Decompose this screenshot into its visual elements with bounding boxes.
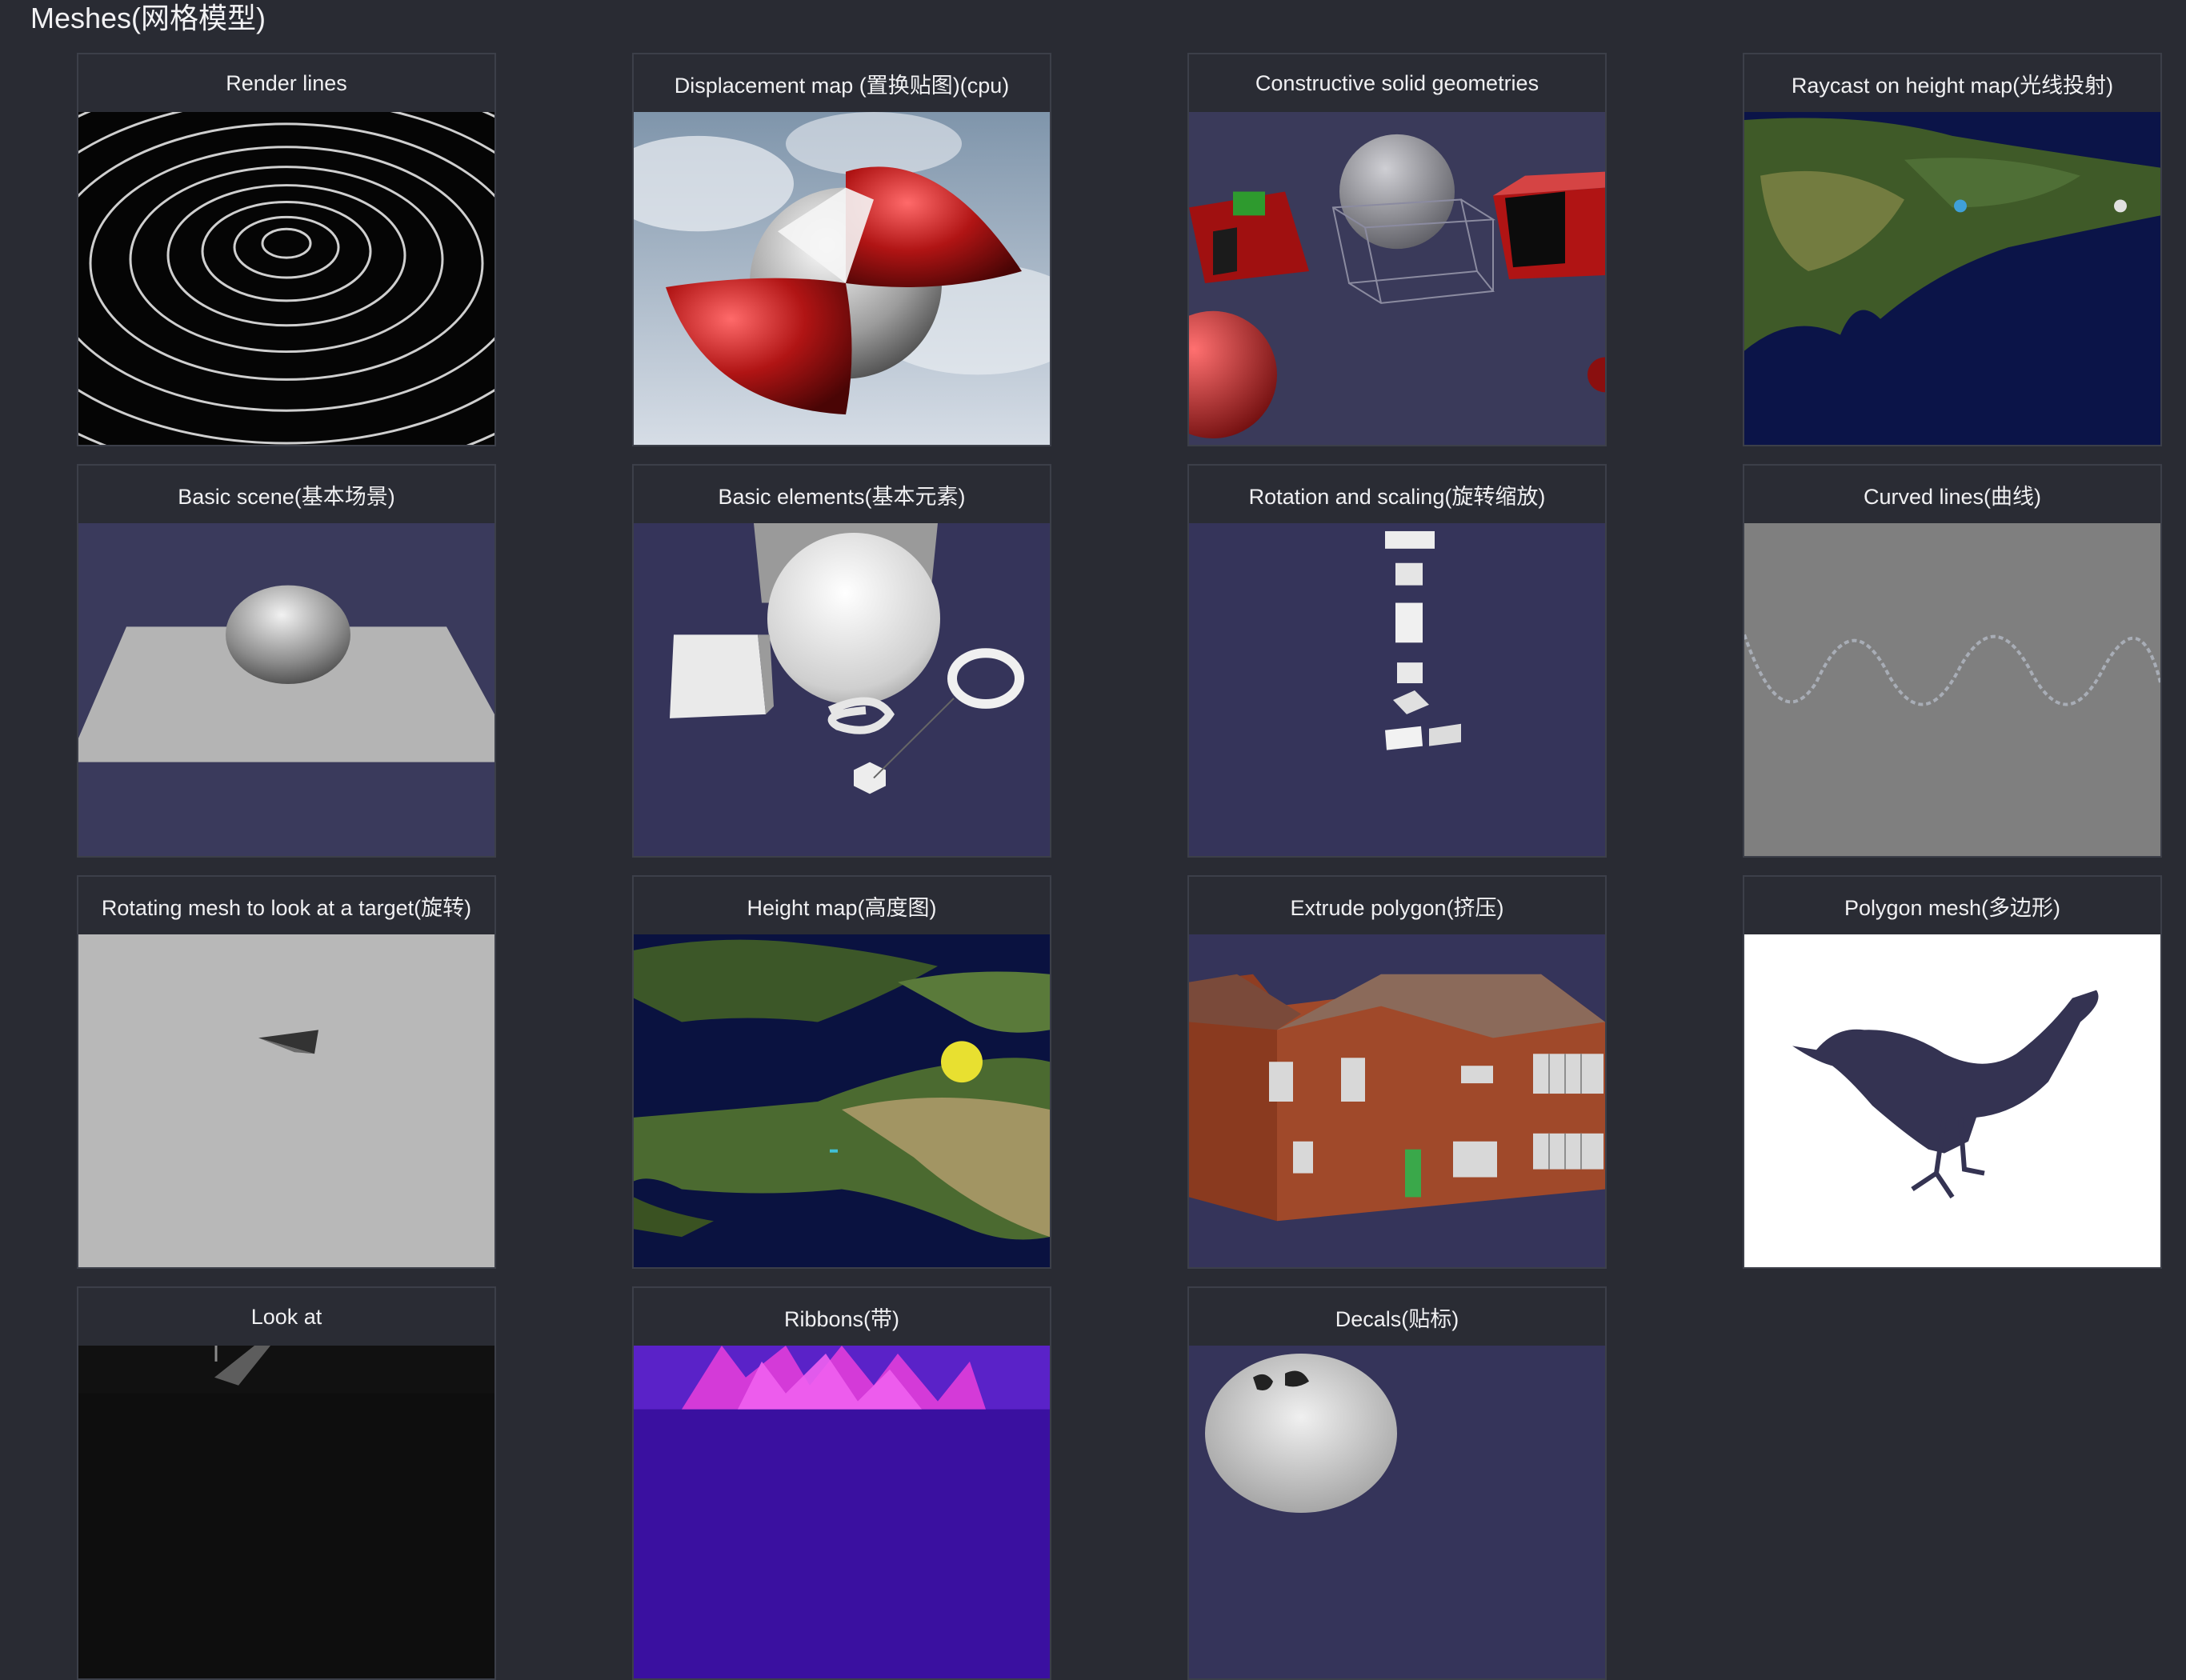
- card-title: Constructive solid geometries: [1189, 54, 1605, 112]
- ribbons-thumbnail: [634, 1346, 1050, 1678]
- card-title: Curved lines(曲线): [1744, 466, 2160, 523]
- card-title: Rotation and scaling(旋转缩放): [1189, 466, 1605, 523]
- example-card-render-lines[interactable]: Render lines: [77, 53, 496, 446]
- extrude-polygon-thumbnail: [1189, 934, 1605, 1267]
- card-title: Basic scene(基本场景): [78, 466, 494, 523]
- examples-grid: Render lines Displacement map (置换贴图)(cpu…: [77, 53, 2162, 1680]
- card-title: Ribbons(带): [634, 1288, 1050, 1346]
- example-card-raycast-height-map[interactable]: Raycast on height map(光线投射): [1743, 53, 2162, 446]
- height-map-thumbnail: [634, 934, 1050, 1267]
- rotating-mesh-thumbnail: [78, 934, 494, 1267]
- example-card-rotation-scaling[interactable]: Rotation and scaling(旋转缩放): [1187, 464, 1607, 858]
- card-title: Extrude polygon(挤压): [1189, 877, 1605, 934]
- rotation-scaling-thumbnail: [1189, 523, 1605, 856]
- example-card-polygon-mesh[interactable]: Polygon mesh(多边形): [1743, 875, 2162, 1269]
- basic-scene-thumbnail: [78, 523, 494, 856]
- example-card-extrude-polygon[interactable]: Extrude polygon(挤压): [1187, 875, 1607, 1269]
- card-title: Raycast on height map(光线投射): [1744, 54, 2160, 112]
- decals-thumbnail: [1189, 1346, 1605, 1678]
- example-card-basic-scene[interactable]: Basic scene(基本场景): [77, 464, 496, 858]
- example-card-csg[interactable]: Constructive solid geometries: [1187, 53, 1607, 446]
- card-title: Rotating mesh to look at a target(旋转): [78, 877, 494, 934]
- example-card-curved-lines[interactable]: Curved lines(曲线): [1743, 464, 2162, 858]
- card-title: Basic elements(基本元素): [634, 466, 1050, 523]
- card-title: Height map(高度图): [634, 877, 1050, 934]
- example-card-height-map[interactable]: Height map(高度图): [632, 875, 1051, 1269]
- look-at-thumbnail: [78, 1346, 494, 1678]
- polygon-mesh-thumbnail: [1744, 934, 2160, 1267]
- example-card-displacement-map[interactable]: Displacement map (置换贴图)(cpu): [632, 53, 1051, 446]
- example-card-rotating-mesh[interactable]: Rotating mesh to look at a target(旋转): [77, 875, 496, 1269]
- card-title: Displacement map (置换贴图)(cpu): [634, 54, 1050, 112]
- example-card-basic-elements[interactable]: Basic elements(基本元素): [632, 464, 1051, 858]
- render-lines-thumbnail: [78, 112, 494, 445]
- card-title: Render lines: [78, 54, 494, 112]
- raycast-height-map-thumbnail: [1744, 112, 2160, 445]
- displacement-map-thumbnail: [634, 112, 1050, 445]
- example-card-decals[interactable]: Decals(贴标): [1187, 1286, 1607, 1680]
- card-title: Decals(贴标): [1189, 1288, 1605, 1346]
- section-title: Meshes(网格模型): [30, 2, 266, 34]
- example-card-ribbons[interactable]: Ribbons(带): [632, 1286, 1051, 1680]
- example-card-look-at[interactable]: Look at: [77, 1286, 496, 1680]
- card-title: Polygon mesh(多边形): [1744, 877, 2160, 934]
- basic-elements-thumbnail: [634, 523, 1050, 856]
- card-title: Look at: [78, 1288, 494, 1346]
- csg-thumbnail: [1189, 112, 1605, 445]
- curved-lines-thumbnail: [1744, 523, 2160, 856]
